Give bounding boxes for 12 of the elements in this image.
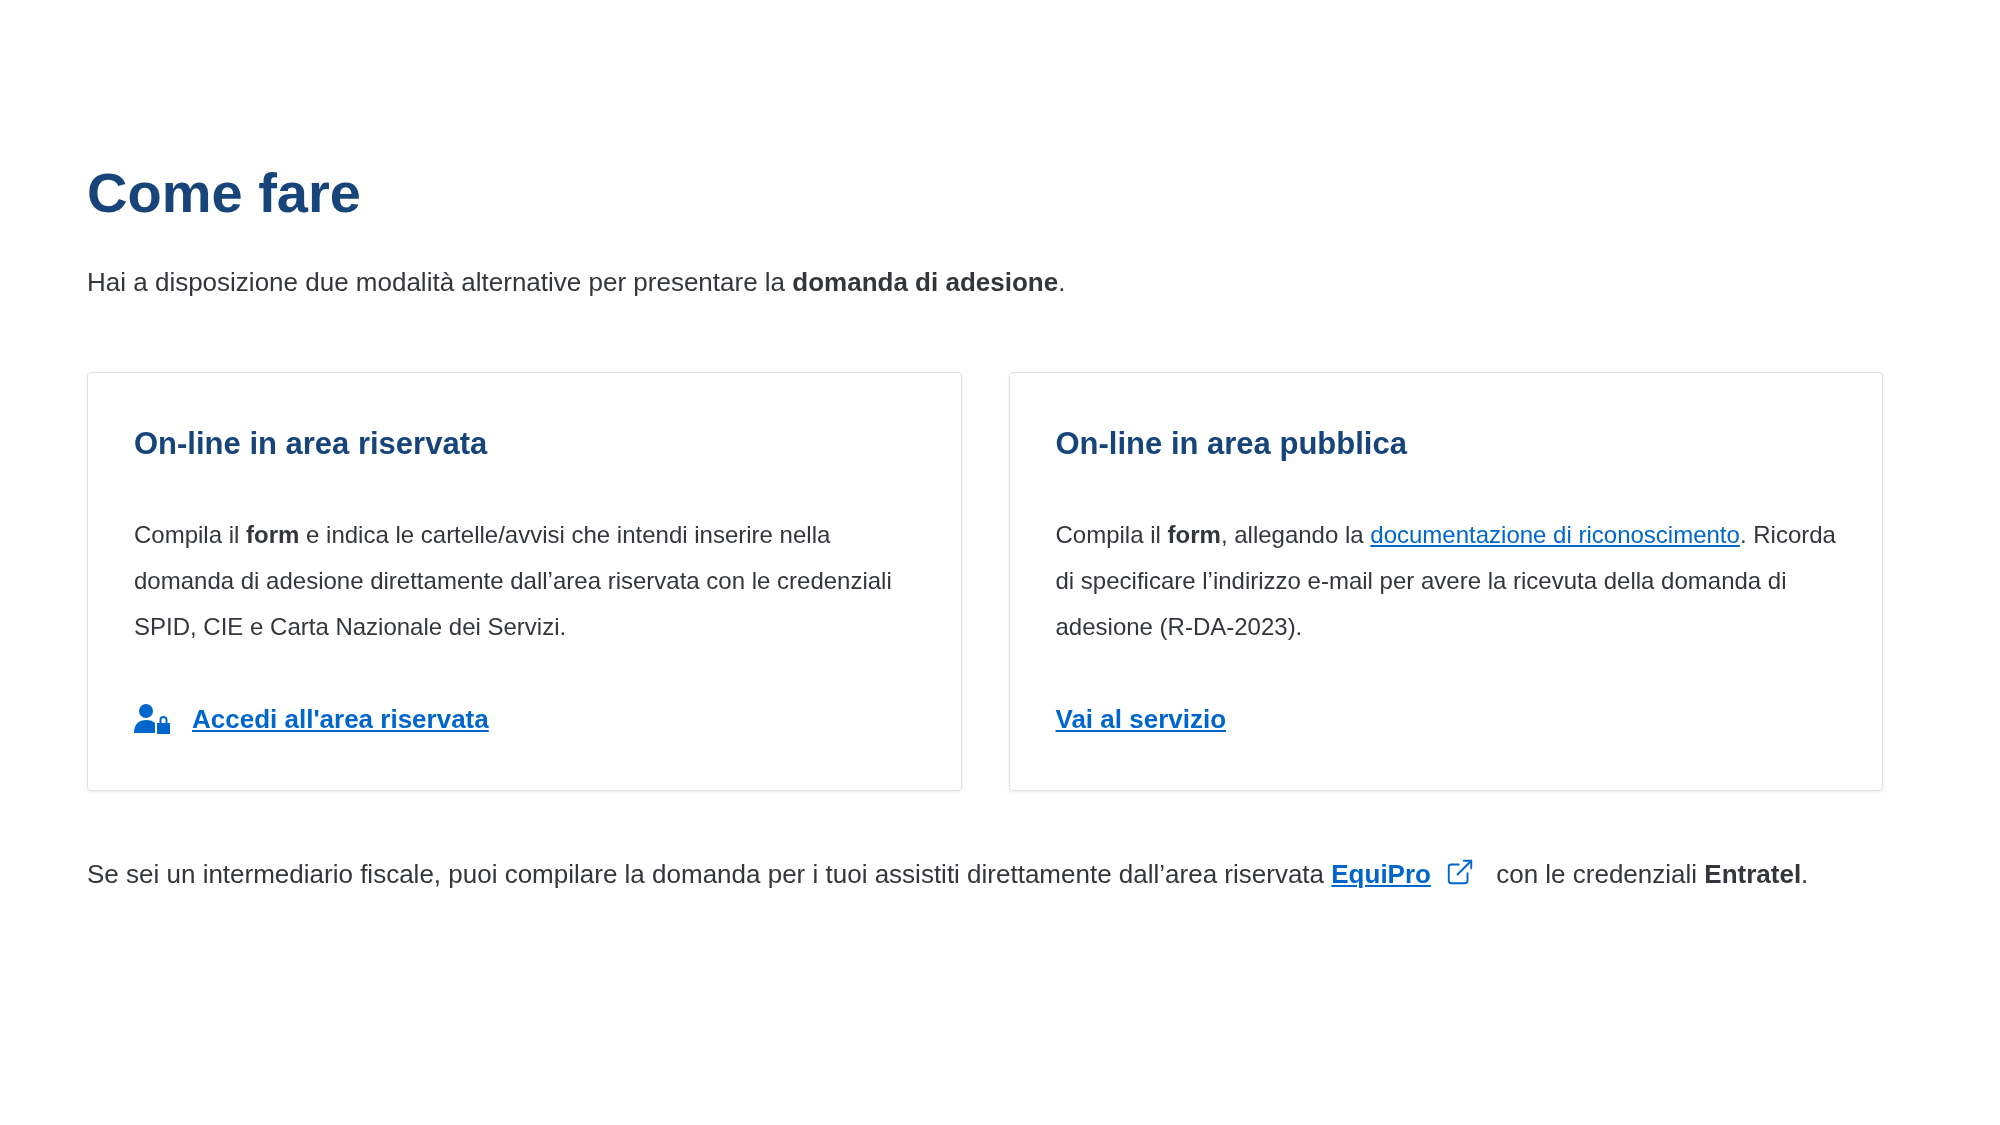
card-text: Compila il form, allegando la documentazione di riconoscimento. Ricorda di specificare l’indirizzo e-mail per avere la ricevuta della domanda di adesione (R-DA-2023).: [1055, 519, 1836, 642]
user-lock-icon: [134, 703, 172, 735]
card-text: Compila il form e indica le cartelle/avvisi che intendi inserire nella domanda di adesione direttamente dall’area riservata con le credenziali SPID, CIE e Carta Nazionale dei Servizi.: [134, 519, 893, 642]
text-link[interactable]: EquiPro: [1331, 859, 1431, 889]
page-title: Come fare: [87, 165, 362, 221]
card-title: On-line in area pubblica: [1055, 425, 1409, 463]
text-link[interactable]: documentazione di riconoscimento: [1370, 520, 1740, 548]
footer-text: Se sei un intermediario fiscale, puoi compilare la domanda per i tuoi assistiti direttamente dall’area riservata EquiPro con le credenziali Entratel.: [87, 856, 1810, 891]
card-link[interactable]: Accedi all'area riservata: [192, 699, 489, 739]
intro-text: Hai a disposizione due modalità alternative per presentare la domanda di adesione.: [87, 266, 1067, 299]
card-title: On-line in area riservata: [134, 425, 489, 463]
card-link[interactable]: Vai al servizio: [1055, 699, 1227, 739]
